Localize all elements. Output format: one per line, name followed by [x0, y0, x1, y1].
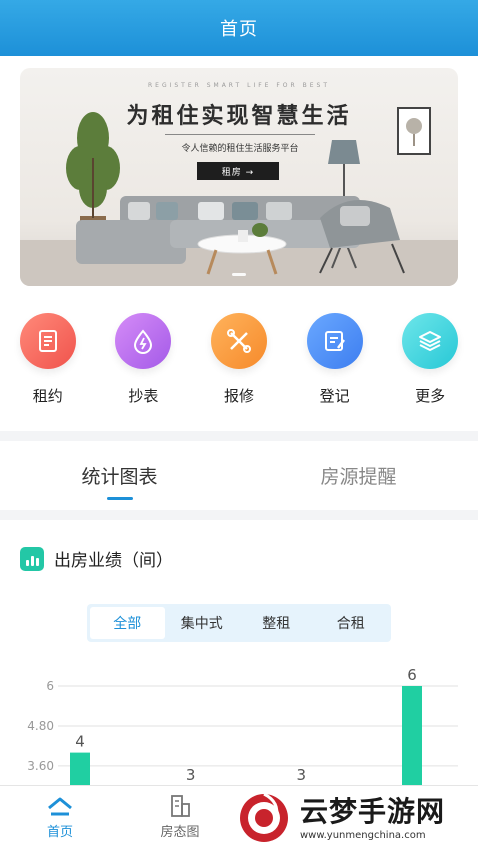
page-title: 首页 [220, 19, 258, 40]
nav-room-status[interactable]: 房态图 [120, 786, 240, 850]
menu-item-contract[interactable]: 租约 [13, 313, 83, 431]
performance-bar-chart: 6 4.80 3.60 4 3 3 6 [27, 666, 458, 790]
menu-item-register[interactable]: 登记 [300, 313, 370, 431]
y-tick-label: 6 [46, 679, 54, 693]
stats-card: 出房业绩（间） 全部 集中式 整租 合租 6 4.80 3.60 4 3 3 6 [0, 520, 478, 790]
watermark-logo-icon [240, 792, 288, 842]
banner-carousel[interactable]: REGISTER SMART LIFE FOR BEST 为租住实现智慧生活 令… [20, 68, 458, 286]
building-icon [171, 795, 190, 817]
nav-label: 房态图 [160, 825, 200, 840]
segment-centralized[interactable]: 集中式 [165, 607, 240, 639]
top-header: 首页 [0, 0, 478, 56]
chart-bar [402, 686, 422, 790]
home-icon [48, 797, 72, 816]
bar-chart-icon [20, 546, 44, 571]
nav-home[interactable]: 首页 [0, 786, 120, 850]
menu-item-repair[interactable]: 报修 [204, 313, 274, 431]
menu-label: 登记 [319, 387, 350, 405]
bar-value-label: 3 [297, 766, 307, 784]
menu-item-meter[interactable]: 抄表 [108, 313, 178, 431]
carousel-indicator [20, 273, 458, 276]
y-tick-label: 3.60 [27, 759, 54, 773]
layers-icon [402, 313, 459, 369]
living-room-illustration [20, 107, 458, 286]
segment-shared-rent[interactable]: 合租 [314, 607, 389, 639]
segment-whole-rent[interactable]: 整租 [239, 607, 314, 639]
bar-value-label: 4 [75, 733, 85, 751]
content-tabs: 统计图表 房源提醒 [0, 441, 478, 510]
tab-listing-alerts[interactable]: 房源提醒 [239, 441, 478, 510]
stats-header: 出房业绩（间） [20, 546, 173, 571]
menu-item-more[interactable]: 更多 [395, 313, 465, 431]
menu-label: 报修 [223, 387, 254, 405]
repair-icon [210, 313, 267, 369]
tab-statistics[interactable]: 统计图表 [0, 441, 239, 510]
menu-label: 更多 [415, 387, 446, 405]
stats-title: 出房业绩（间） [54, 551, 173, 571]
watermark-title: 云梦手游网 [300, 794, 446, 828]
register-icon [306, 313, 363, 369]
watermark-text: 云梦手游网 www.yunmengchina.com [300, 794, 446, 841]
contract-icon [19, 313, 76, 369]
nav-label: 首页 [46, 825, 73, 840]
segment-all[interactable]: 全部 [90, 607, 165, 639]
menu-label: 抄表 [128, 387, 159, 405]
app-root: 首页 REGISTER SMART LIFE FOR BEST 为租住实现智慧生… [0, 0, 478, 850]
quick-menu: 租约 抄表 报修 登记 更多 [0, 301, 478, 431]
bar-value-label: 3 [186, 766, 196, 784]
category-segmented-control: 全部 集中式 整租 合租 [87, 604, 391, 642]
y-tick-label: 4.80 [27, 719, 54, 733]
meter-icon [115, 313, 172, 369]
watermark: 云梦手游网 www.yunmengchina.com [232, 786, 478, 850]
banner-section: REGISTER SMART LIFE FOR BEST 为租住实现智慧生活 令… [0, 56, 478, 301]
menu-label: 租约 [32, 387, 63, 405]
watermark-url: www.yunmengchina.com [300, 829, 426, 841]
bar-value-label: 6 [407, 666, 417, 684]
